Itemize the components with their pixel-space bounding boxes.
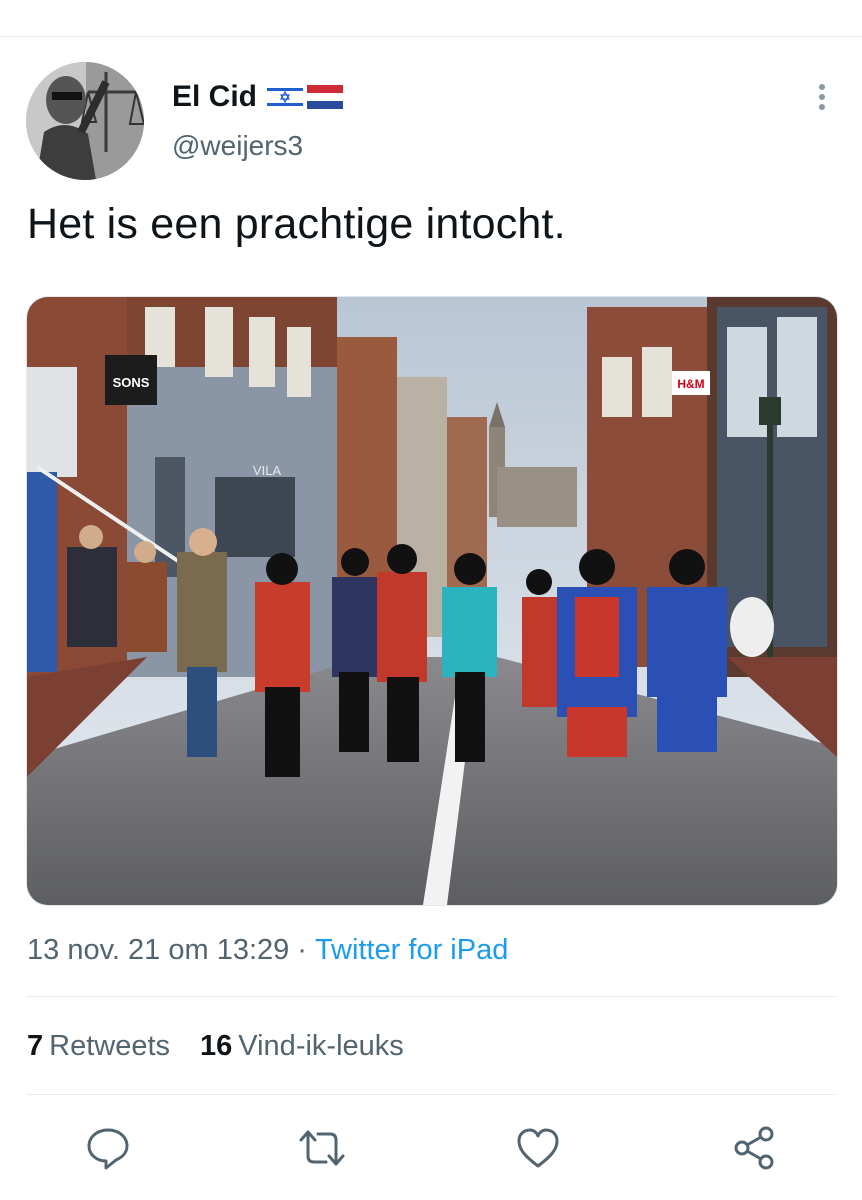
vila-sign-text: VILA: [253, 463, 282, 478]
like-icon[interactable]: [514, 1124, 562, 1172]
tweet-meta: 13 nov. 21 om 13:29 · Twitter for iPad: [27, 934, 508, 967]
more-options-icon[interactable]: [812, 82, 832, 112]
retweets-label: Retweets: [49, 1030, 171, 1062]
likes-label: Vind-ik-leuks: [238, 1030, 404, 1062]
reply-icon[interactable]: [84, 1124, 132, 1172]
street-scene-image: SONS VILA H&M: [27, 297, 837, 905]
retweet-icon[interactable]: [298, 1124, 346, 1172]
sons-sign-text: SONS: [113, 375, 150, 390]
action-bar: [0, 1124, 862, 1174]
flag-emojis: [267, 85, 344, 109]
timestamp[interactable]: 13 nov. 21 om 13:29: [27, 934, 289, 967]
tweet-stats: 7 Retweets 16 Vind-ik-leuks: [27, 1030, 404, 1063]
tweet-text: Het is een prachtige intocht.: [27, 200, 566, 248]
top-divider: [0, 36, 862, 37]
source-link[interactable]: Twitter for iPad: [315, 934, 508, 967]
likes-stat[interactable]: 16 Vind-ik-leuks: [200, 1030, 404, 1063]
hm-sign-text: H&M: [677, 377, 704, 391]
retweets-count: 7: [27, 1030, 44, 1062]
netherlands-flag-icon: [307, 85, 344, 109]
avatar[interactable]: [26, 62, 144, 180]
share-icon[interactable]: [730, 1124, 778, 1172]
avatar-image: [26, 62, 144, 180]
author-name-row: El Cid: [172, 80, 344, 114]
likes-count: 16: [200, 1030, 233, 1062]
meta-separator: ·: [297, 934, 307, 966]
retweets-stat[interactable]: 7 Retweets: [27, 1030, 170, 1063]
israel-flag-icon: [267, 85, 304, 109]
divider: [26, 1094, 836, 1095]
tweet-photo[interactable]: SONS VILA H&M: [26, 296, 838, 906]
divider: [26, 996, 836, 997]
author-handle[interactable]: @weijers3: [172, 130, 303, 162]
display-name[interactable]: El Cid: [172, 80, 257, 114]
